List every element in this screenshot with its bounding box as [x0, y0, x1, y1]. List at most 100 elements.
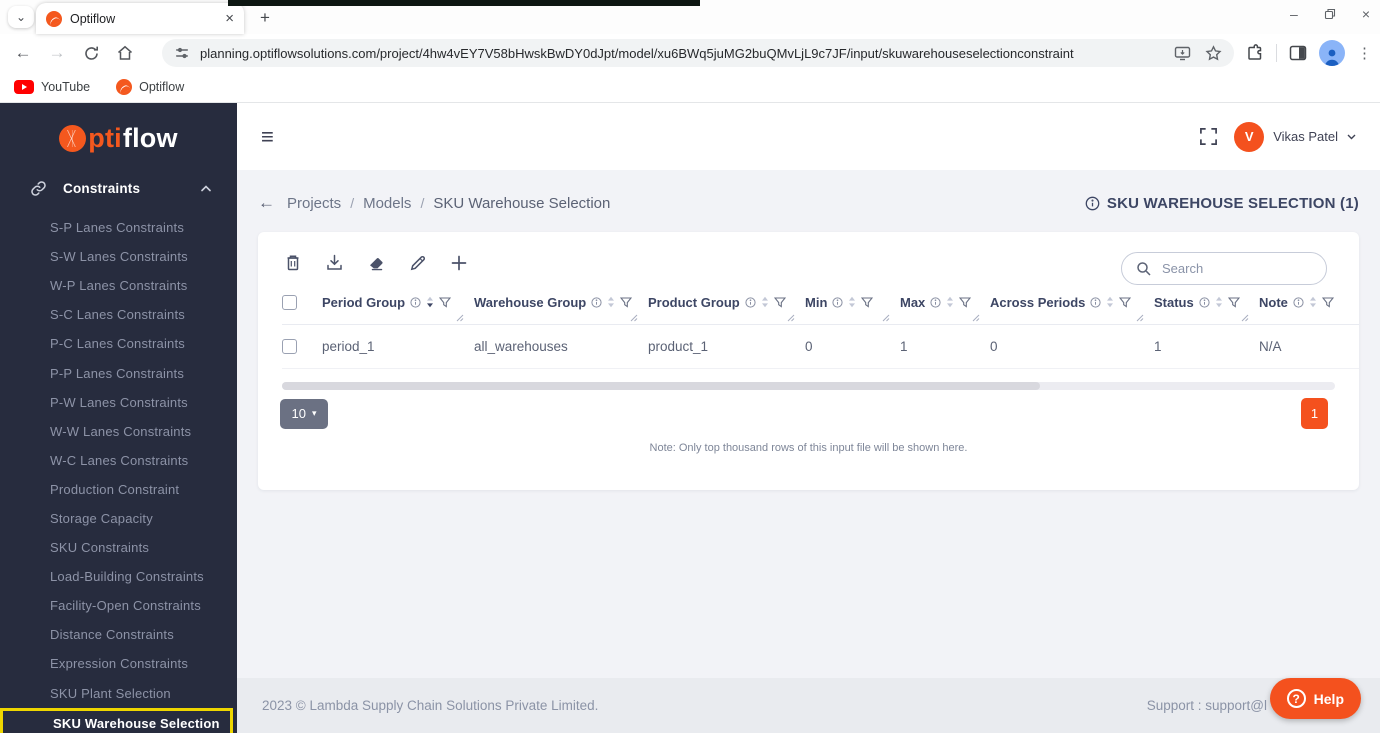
- select-all-checkbox[interactable]: [282, 295, 297, 311]
- tab-search-chevron-button[interactable]: ⌄: [8, 6, 34, 28]
- page-number-button[interactable]: 1: [1301, 398, 1328, 429]
- column-resize-handle[interactable]: [882, 314, 890, 322]
- send-to-device-icon[interactable]: [1174, 46, 1191, 61]
- sidebar-item[interactable]: S-W Lanes Constraints: [0, 242, 237, 271]
- optiflow-favicon-icon: [116, 79, 133, 95]
- minimize-icon[interactable]: –: [1290, 6, 1298, 22]
- screen: ⌄ Optiflow × + – × ← → planning.optiflow…: [0, 0, 1380, 733]
- help-button[interactable]: ? Help: [1269, 678, 1361, 719]
- sidebar-item[interactable]: P-P Lanes Constraints: [0, 358, 237, 387]
- bookmark-optiflow[interactable]: Optiflow: [116, 79, 184, 95]
- column-resize-handle[interactable]: [630, 314, 638, 322]
- new-tab-button[interactable]: +: [254, 7, 276, 29]
- home-icon[interactable]: [108, 38, 142, 68]
- bookmark-star-icon[interactable]: [1205, 44, 1222, 62]
- sidebar-section-constraints[interactable]: Constraints: [30, 180, 211, 197]
- breadcrumb-projects[interactable]: Projects: [287, 195, 341, 212]
- sidebar-item[interactable]: SKU Plant Selection: [0, 679, 237, 708]
- table-row[interactable]: period_1 all_warehouses product_1 0 1 0 …: [282, 324, 1359, 369]
- top-navbar: ≡ V Vikas Patel: [237, 103, 1380, 170]
- data-table: Period Group Warehouse Group Product Gro…: [282, 284, 1359, 369]
- tab-close-icon[interactable]: ×: [225, 10, 234, 27]
- sidebar-item[interactable]: P-C Lanes Constraints: [0, 329, 237, 358]
- sort-icon: [849, 296, 856, 308]
- user-menu[interactable]: V Vikas Patel: [1234, 121, 1356, 152]
- search-input[interactable]: [1162, 261, 1338, 276]
- column-header-note[interactable]: Note: [1259, 284, 1359, 326]
- column-header-period-group[interactable]: Period Group: [322, 284, 474, 326]
- column-header-max[interactable]: Max: [900, 284, 990, 326]
- column-resize-handle[interactable]: [1136, 314, 1144, 322]
- sidebar-item[interactable]: Production Constraint: [0, 475, 237, 504]
- window-controls: – ×: [1290, 6, 1370, 22]
- search-box[interactable]: [1121, 252, 1338, 285]
- footer: 2023 © Lambda Supply Chain Solutions Pri…: [237, 678, 1380, 733]
- url-text[interactable]: planning.optiflowsolutions.com/project/4…: [200, 46, 1174, 61]
- info-icon[interactable]: [1085, 196, 1100, 211]
- scrollbar-thumb[interactable]: [282, 382, 1041, 390]
- site-settings-icon[interactable]: [174, 45, 190, 61]
- fullscreen-icon[interactable]: [1199, 127, 1218, 146]
- reload-icon[interactable]: [74, 38, 108, 68]
- breadcrumb-models[interactable]: Models: [363, 195, 411, 212]
- sort-icon: [427, 296, 434, 308]
- sidebar-item[interactable]: W-P Lanes Constraints: [0, 271, 237, 300]
- sidebar-item[interactable]: Expression Constraints: [0, 649, 237, 678]
- side-panel-icon[interactable]: [1289, 45, 1307, 61]
- column-resize-handle[interactable]: [456, 314, 464, 322]
- url-field[interactable]: planning.optiflowsolutions.com/project/4…: [162, 39, 1234, 67]
- column-header-status[interactable]: Status: [1154, 284, 1259, 326]
- extensions-icon[interactable]: [1246, 44, 1264, 62]
- browser-menu-icon[interactable]: ⋮: [1357, 44, 1372, 62]
- column-info-icon: [1293, 296, 1304, 308]
- sidebar-item[interactable]: P-W Lanes Constraints: [0, 388, 237, 417]
- page-size-dropdown[interactable]: 10 ▾: [280, 398, 328, 429]
- download-icon[interactable]: [325, 253, 344, 272]
- close-window-icon[interactable]: ×: [1362, 6, 1370, 22]
- sort-icon: [1215, 296, 1222, 308]
- filter-icon: [620, 296, 633, 308]
- delete-icon[interactable]: [284, 253, 302, 272]
- copyright-text: 2023 © Lambda Supply Chain Solutions Pri…: [262, 698, 599, 713]
- sidebar-item[interactable]: W-C Lanes Constraints: [0, 446, 237, 475]
- column-resize-handle[interactable]: [787, 314, 795, 322]
- sidebar-item[interactable]: Distance Constraints: [0, 620, 237, 649]
- back-icon[interactable]: ←: [6, 38, 40, 68]
- column-header-warehouse-group[interactable]: Warehouse Group: [474, 284, 648, 326]
- horizontal-scrollbar[interactable]: [282, 382, 1335, 390]
- bookmark-youtube[interactable]: YouTube: [14, 80, 90, 94]
- column-info-icon: [410, 296, 421, 308]
- breadcrumb-back-icon[interactable]: ←: [258, 193, 275, 213]
- sidebar-item[interactable]: Facility-Open Constraints: [0, 591, 237, 620]
- column-header-product-group[interactable]: Product Group: [648, 284, 805, 326]
- column-resize-handle[interactable]: [1241, 314, 1249, 322]
- column-info-icon: [1090, 296, 1101, 308]
- sidebar-item-sku-warehouse-selection[interactable]: SKU Warehouse Selection: [3, 711, 230, 733]
- sidebar-item[interactable]: S-C Lanes Constraints: [0, 300, 237, 329]
- add-icon[interactable]: [450, 254, 468, 272]
- filter-icon: [1119, 296, 1132, 308]
- sidebar-item[interactable]: Load-Building Constraints: [0, 562, 237, 591]
- edit-icon[interactable]: [409, 254, 427, 272]
- browser-tab[interactable]: Optiflow ×: [36, 3, 244, 34]
- app-logo[interactable]: pti flow: [0, 103, 237, 154]
- sidebar-item[interactable]: Storage Capacity: [0, 504, 237, 533]
- column-header-across-periods[interactable]: Across Periods: [990, 284, 1154, 326]
- column-resize-handle[interactable]: [972, 314, 980, 322]
- sort-icon: [761, 296, 768, 308]
- hamburger-menu-icon[interactable]: ≡: [261, 124, 274, 150]
- eraser-icon[interactable]: [367, 253, 386, 272]
- sidebar-item[interactable]: S-P Lanes Constraints: [0, 213, 237, 242]
- breadcrumb-current: SKU Warehouse Selection: [433, 194, 611, 212]
- cell-min: 0: [805, 324, 900, 369]
- row-checkbox[interactable]: [282, 339, 297, 354]
- browser-profile-avatar[interactable]: [1319, 40, 1345, 66]
- sort-icon: [608, 296, 615, 308]
- filter-icon: [959, 296, 972, 308]
- bookmarks-bar: YouTube Optiflow: [0, 72, 1380, 103]
- column-header-min[interactable]: Min: [805, 284, 900, 326]
- forward-icon[interactable]: →: [40, 38, 74, 68]
- sidebar-item[interactable]: W-W Lanes Constraints: [0, 417, 237, 446]
- sidebar-item[interactable]: SKU Constraints: [0, 533, 237, 562]
- maximize-icon[interactable]: [1324, 8, 1336, 20]
